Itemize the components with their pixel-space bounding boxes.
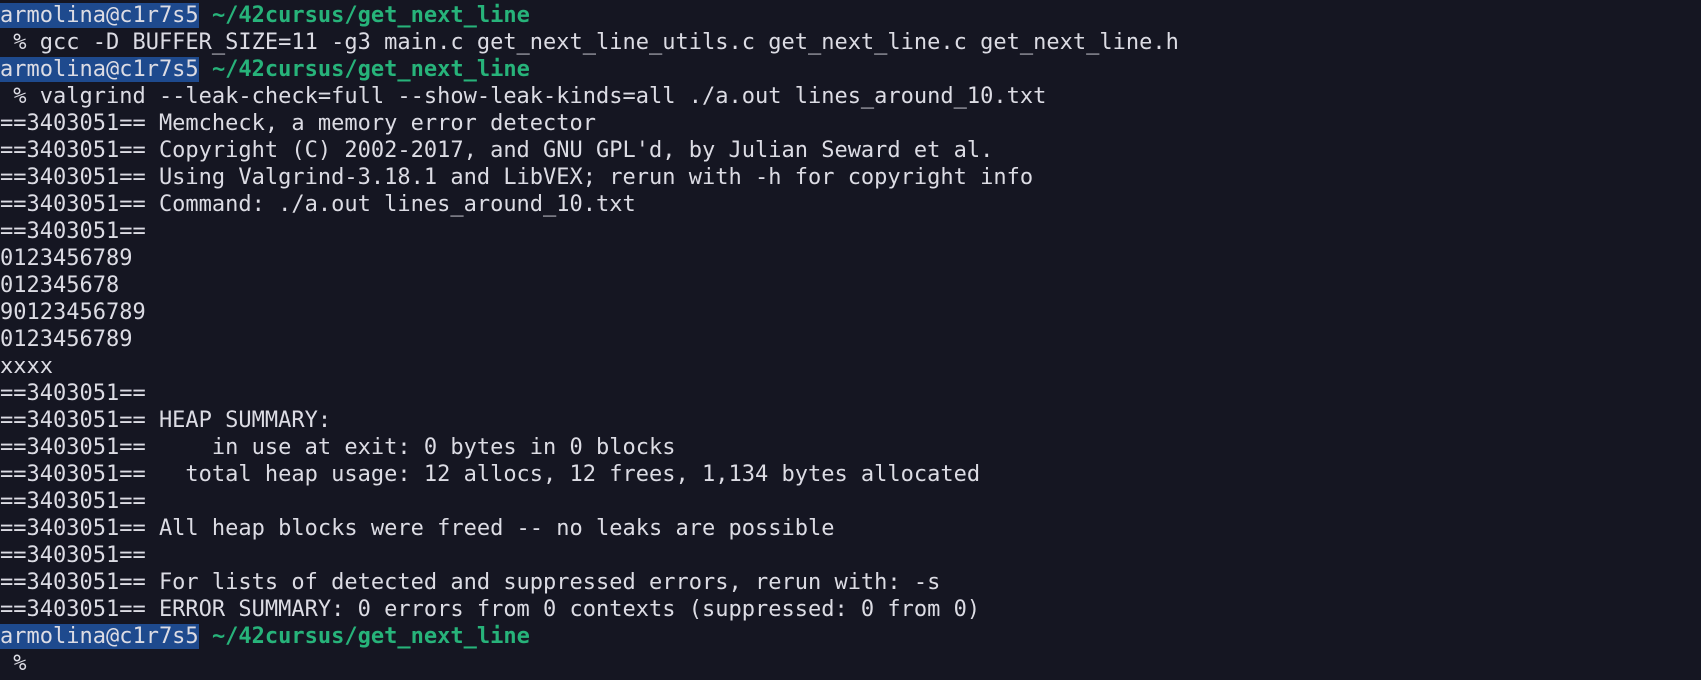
prompt-line: armolina@c1r7s5 ~/42cursus/get_next_line (0, 2, 1701, 29)
prompt-user-host: armolina@c1r7s5 (0, 624, 199, 649)
prompt-user-host: armolina@c1r7s5 (0, 3, 199, 28)
output-line: ==3403051== (0, 219, 146, 244)
output-line: ==3403051== HEAP SUMMARY: (0, 408, 332, 433)
prompt-line: armolina@c1r7s5 ~/42cursus/get_next_line (0, 56, 1701, 83)
output-line: 90123456789 (0, 300, 146, 325)
prompt-path: ~/42cursus/get_next_line (211, 57, 530, 82)
output-line: 012345678 (0, 273, 120, 298)
prompt-line: armolina@c1r7s5 ~/42cursus/get_next_line (0, 623, 1701, 650)
output-line: 0123456789 (0, 327, 133, 352)
terminal-cursor[interactable] (27, 651, 39, 673)
prompt-symbol: % (0, 651, 27, 676)
command-line: % gcc -D BUFFER_SIZE=11 -g3 main.c get_n… (0, 30, 1179, 55)
output-line: ==3403051== Memcheck, a memory error det… (0, 111, 597, 136)
output-line: ==3403051== Copyright (C) 2002-2017, and… (0, 138, 994, 163)
output-line: ==3403051== total heap usage: 12 allocs,… (0, 462, 981, 487)
output-line: xxxx (0, 354, 53, 379)
prompt-user-host: armolina@c1r7s5 (0, 57, 199, 82)
prompt-path: ~/42cursus/get_next_line (211, 624, 530, 649)
output-line: ==3403051== Using Valgrind-3.18.1 and Li… (0, 165, 1034, 190)
prompt-path: ~/42cursus/get_next_line (211, 3, 530, 28)
output-line: ==3403051== All heap blocks were freed -… (0, 516, 835, 541)
output-line: ==3403051== For lists of detected and su… (0, 570, 941, 595)
output-line: ==3403051== (0, 543, 146, 568)
output-line: ==3403051== Command: ./a.out lines_aroun… (0, 192, 636, 217)
output-line: ==3403051== (0, 489, 146, 514)
command-line: % valgrind --leak-check=full --show-leak… (0, 84, 1047, 109)
output-line: ==3403051== ERROR SUMMARY: 0 errors from… (0, 597, 981, 622)
output-line: ==3403051== in use at exit: 0 bytes in 0… (0, 435, 676, 460)
output-line: 0123456789 (0, 246, 133, 271)
terminal-window[interactable]: armolina@c1r7s5 ~/42cursus/get_next_line… (0, 0, 1701, 680)
output-line: ==3403051== (0, 381, 146, 406)
active-command-line[interactable]: % (0, 650, 1701, 677)
